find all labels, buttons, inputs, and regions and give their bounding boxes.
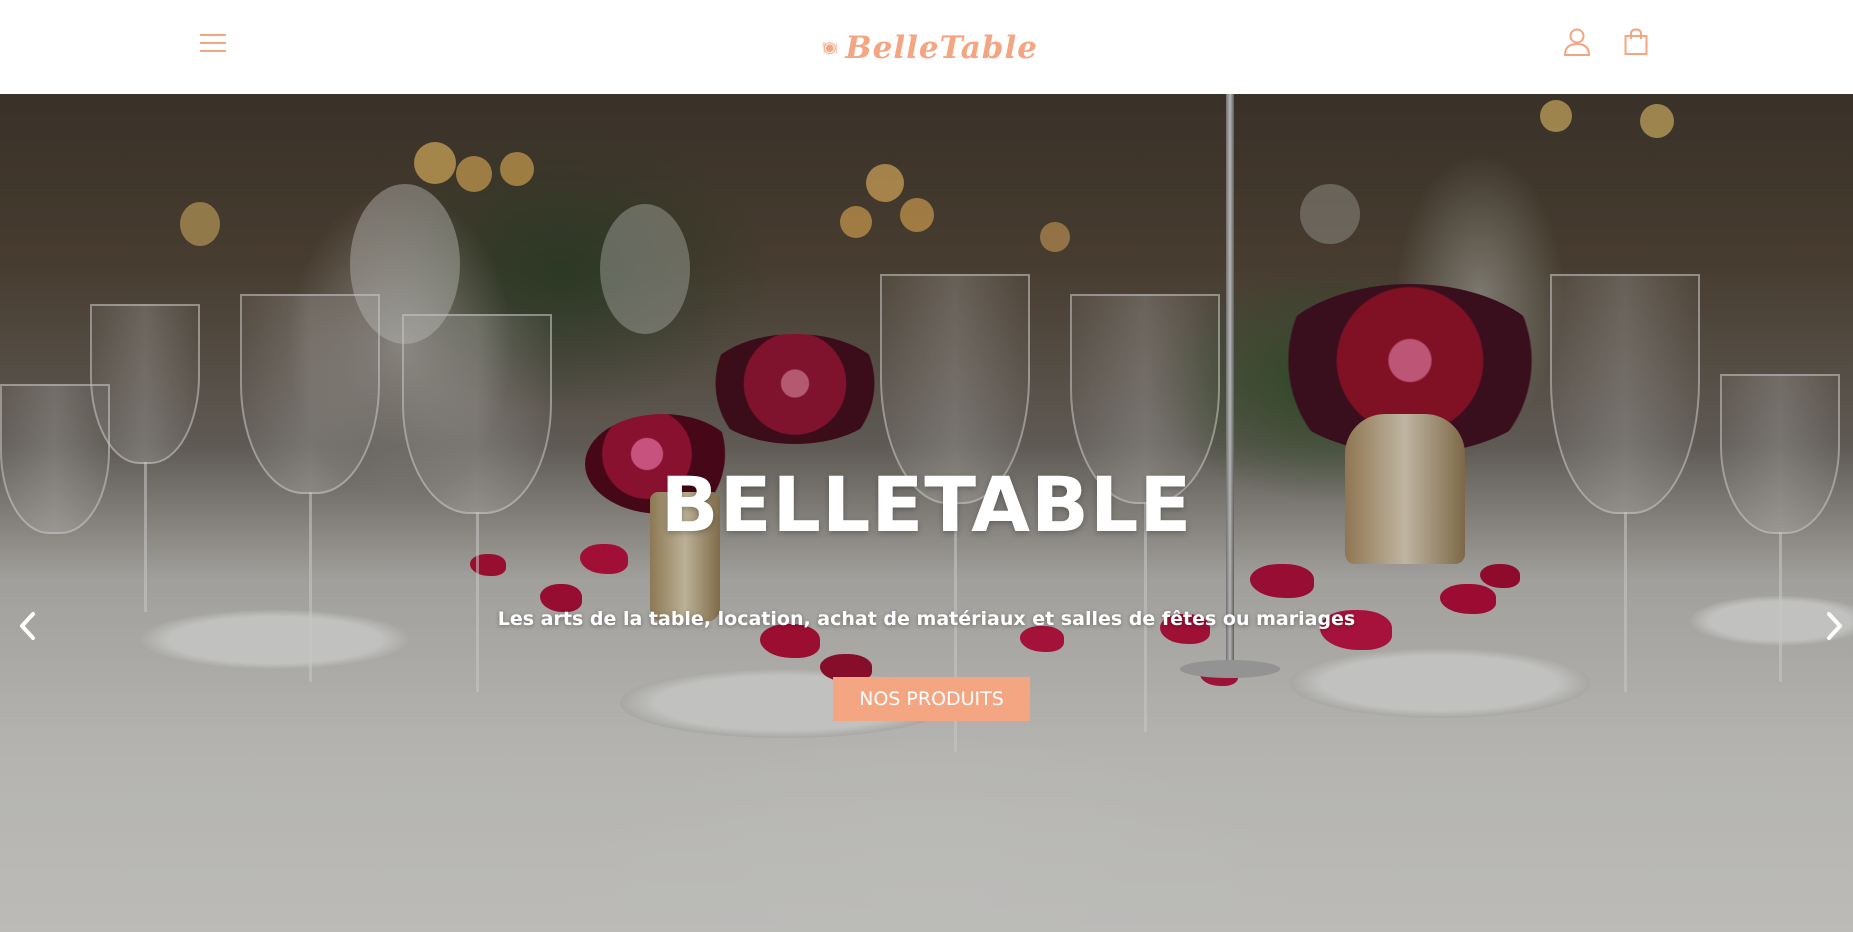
hero-content: BELLETABLE Les arts de la table, locatio…: [0, 94, 1853, 932]
user-icon[interactable]: [1561, 26, 1593, 58]
chevron-right-icon[interactable]: [1820, 606, 1850, 646]
nos-produits-button[interactable]: NOS PRODUITS: [833, 677, 1030, 721]
shopping-bag-icon[interactable]: [1620, 26, 1652, 58]
site-header: BelleTable: [0, 0, 1853, 94]
plate-cutlery-logo-icon: [822, 41, 837, 55]
hero-title: BELLETABLE: [660, 460, 1193, 549]
hero-subtitle: Les arts de la table, location, achat de…: [497, 608, 1356, 630]
brand-name: BelleTable: [845, 30, 1038, 66]
hero-slider: BELLETABLE Les arts de la table, locatio…: [0, 94, 1853, 932]
brand-logo[interactable]: BelleTable: [822, 18, 1038, 78]
hamburger-menu-icon[interactable]: [198, 30, 228, 56]
